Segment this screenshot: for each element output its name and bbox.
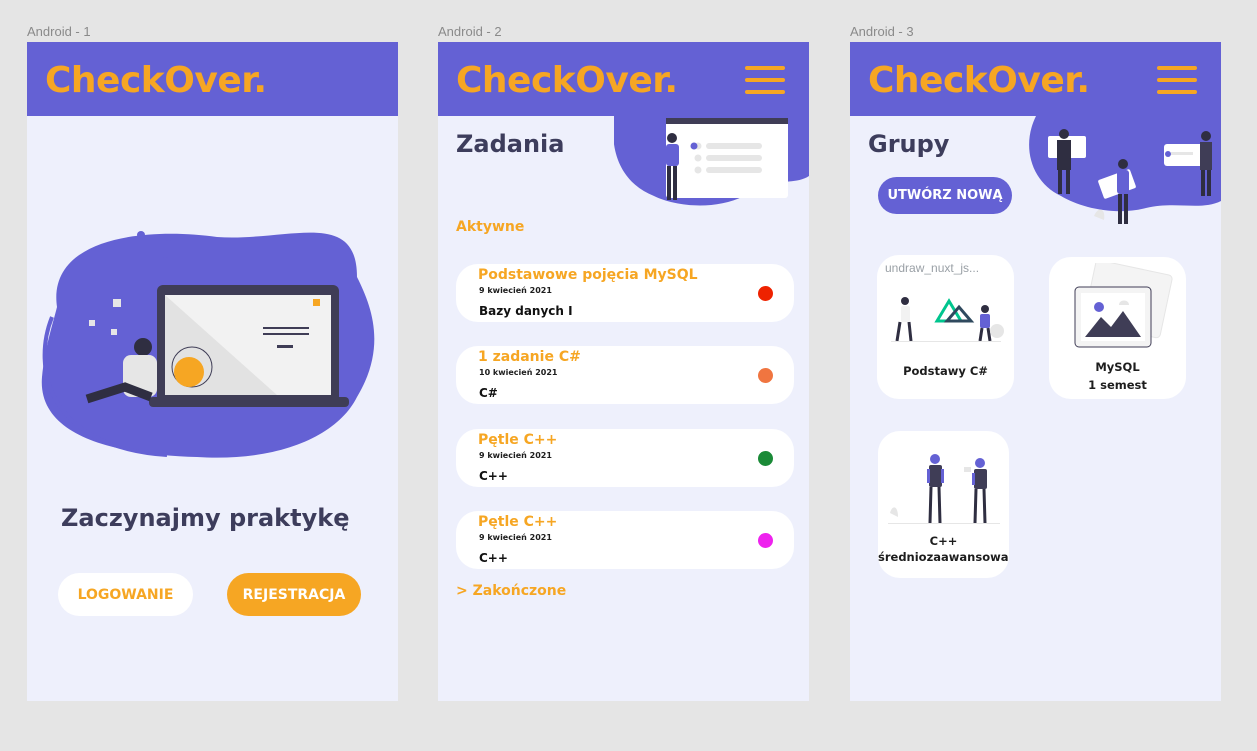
create-group-button[interactable]: UTWÓRZ NOWĄ	[878, 177, 1012, 214]
group-name-line2: średniozaawansowani	[878, 550, 1009, 564]
section-link-finished[interactable]: > Zakończone	[456, 583, 566, 599]
image-placeholder-illustration	[1074, 263, 1173, 348]
task-card[interactable]: Pętle C++ 9 kwiecień 2021 C++	[456, 511, 794, 569]
task-course: C++	[479, 469, 508, 483]
task-date: 10 kwiecień 2021	[479, 368, 558, 377]
status-dot	[758, 533, 773, 548]
orange-circle	[174, 357, 204, 387]
status-dot	[758, 368, 773, 383]
laptop-base	[149, 397, 349, 407]
image-caption: undraw_nuxt_js...	[885, 261, 980, 275]
group-card-cpp[interactable]: C++ średniozaawansowani	[878, 431, 1009, 578]
brand-logo: CheckOver.	[868, 60, 1090, 101]
screen-groups: CheckOver. Grupy UTWÓRZ NOWĄ undraw_nuxt…	[850, 42, 1221, 701]
group-card-mysql[interactable]: MySQL 1 semest	[1049, 257, 1186, 399]
hamburger-menu-icon[interactable]	[1157, 66, 1197, 94]
task-date: 9 kwiecień 2021	[479, 286, 552, 295]
task-card[interactable]: 1 zadanie C# 10 kwiecień 2021 C#	[456, 346, 794, 404]
app-bar: CheckOver.	[27, 42, 398, 116]
tasks-illustration	[614, 116, 809, 206]
brand-logo: CheckOver.	[456, 60, 678, 101]
bubble-large	[158, 240, 176, 258]
task-title: Pętle C++	[478, 514, 558, 530]
task-course: C++	[479, 551, 508, 565]
register-button[interactable]: REJESTRACJA	[227, 573, 361, 616]
status-dot	[758, 286, 773, 301]
login-button[interactable]: LOGOWANIE	[58, 573, 193, 616]
screen-square	[313, 299, 320, 306]
frame-label-android-2: Android - 2	[438, 24, 502, 39]
app-bar: CheckOver.	[438, 42, 809, 116]
builders-illustration	[888, 454, 1000, 524]
task-title: 1 zadanie C#	[478, 349, 581, 365]
task-date: 9 kwiecień 2021	[479, 451, 552, 460]
bubble-small	[137, 231, 145, 239]
page-title: Grupy	[868, 130, 950, 158]
brand-logo: CheckOver.	[45, 60, 267, 101]
status-dot	[758, 451, 773, 466]
section-header-active: Aktywne	[456, 219, 525, 235]
app-bar: CheckOver.	[850, 42, 1221, 116]
task-date: 9 kwiecień 2021	[479, 533, 552, 542]
laptop-illustration	[41, 231, 375, 458]
hamburger-menu-icon[interactable]	[745, 66, 785, 94]
frame-label-android-3: Android - 3	[850, 24, 914, 39]
task-course: C#	[479, 386, 498, 400]
task-title: Pętle C++	[478, 432, 558, 448]
nuxt-illustration	[891, 297, 1004, 342]
frame-label-android-1: Android - 1	[27, 24, 91, 39]
groups-illustration	[1029, 116, 1221, 224]
task-card[interactable]: Podstawowe pojęcia MySQL 9 kwiecień 2021…	[456, 264, 794, 322]
task-course: Bazy danych I	[479, 304, 573, 318]
group-name-line1: MySQL	[1095, 360, 1140, 374]
group-name: Podstawy C#	[903, 364, 988, 378]
screen-welcome: CheckOver. Zaczynajmy praktykę LOGOWANIE…	[27, 42, 398, 701]
task-title: Podstawowe pojęcia MySQL	[478, 267, 698, 283]
page-title: Zadania	[456, 130, 565, 158]
group-name-line2: 1 semest	[1088, 378, 1147, 392]
task-card[interactable]: Pętle C++ 9 kwiecień 2021 C++	[456, 429, 794, 487]
hero-headline: Zaczynajmy praktykę	[61, 504, 350, 532]
group-card-podstawy-csharp[interactable]: undraw_nuxt_js... Podstawy C#	[877, 255, 1014, 399]
screen-tasks: CheckOver. Zadania Aktywne Podstawowe po…	[438, 42, 809, 701]
